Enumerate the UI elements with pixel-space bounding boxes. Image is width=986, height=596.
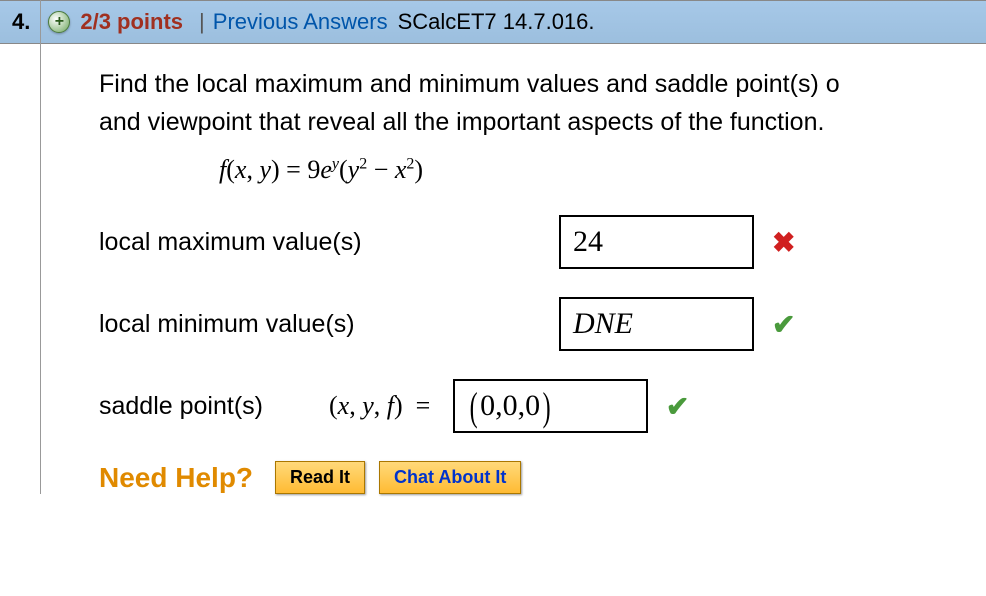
read-it-button[interactable]: Read It [275, 461, 365, 494]
plus-icon[interactable]: + [48, 11, 70, 33]
question-header: 4. + 2/3 points | Previous Answers SCalc… [0, 0, 986, 44]
help-row: Need Help? Read It Chat About It [99, 461, 986, 494]
xyf-prefix: (x, y, f) = [329, 391, 437, 421]
local-max-input[interactable]: 24 [559, 215, 754, 269]
check-icon: ✔ [666, 390, 689, 423]
x-icon: ✖ [772, 226, 795, 259]
question-number: 4. [12, 9, 30, 35]
need-help-label: Need Help? [99, 462, 253, 494]
divider: | [199, 9, 205, 35]
points-display: 2/3 points [80, 9, 183, 35]
local-min-row: local minimum value(s) DNE ✔ [99, 297, 986, 351]
saddle-input[interactable]: (0,0,0) [453, 379, 648, 433]
saddle-label: saddle point(s) [99, 392, 329, 421]
local-min-input[interactable]: DNE [559, 297, 754, 351]
chat-about-it-button[interactable]: Chat About It [379, 461, 521, 494]
function-equation: f(x, y) = 9ey(y2 − x2) [219, 155, 986, 185]
local-max-row: local maximum value(s) 24 ✖ [99, 215, 986, 269]
question-content: Find the local maximum and minimum value… [40, 44, 986, 494]
previous-answers-link[interactable]: Previous Answers [213, 9, 388, 35]
question-prompt: Find the local maximum and minimum value… [99, 66, 986, 141]
local-max-label: local maximum value(s) [99, 228, 399, 257]
assignment-code: SCalcET7 14.7.016. [398, 9, 595, 35]
prompt-line-1: Find the local maximum and minimum value… [99, 70, 840, 98]
prompt-line-2: and viewpoint that reveal all the import… [99, 108, 824, 136]
check-icon: ✔ [772, 308, 795, 341]
saddle-row: saddle point(s) (x, y, f) = (0,0,0) ✔ [99, 379, 986, 433]
local-min-label: local minimum value(s) [99, 310, 399, 339]
